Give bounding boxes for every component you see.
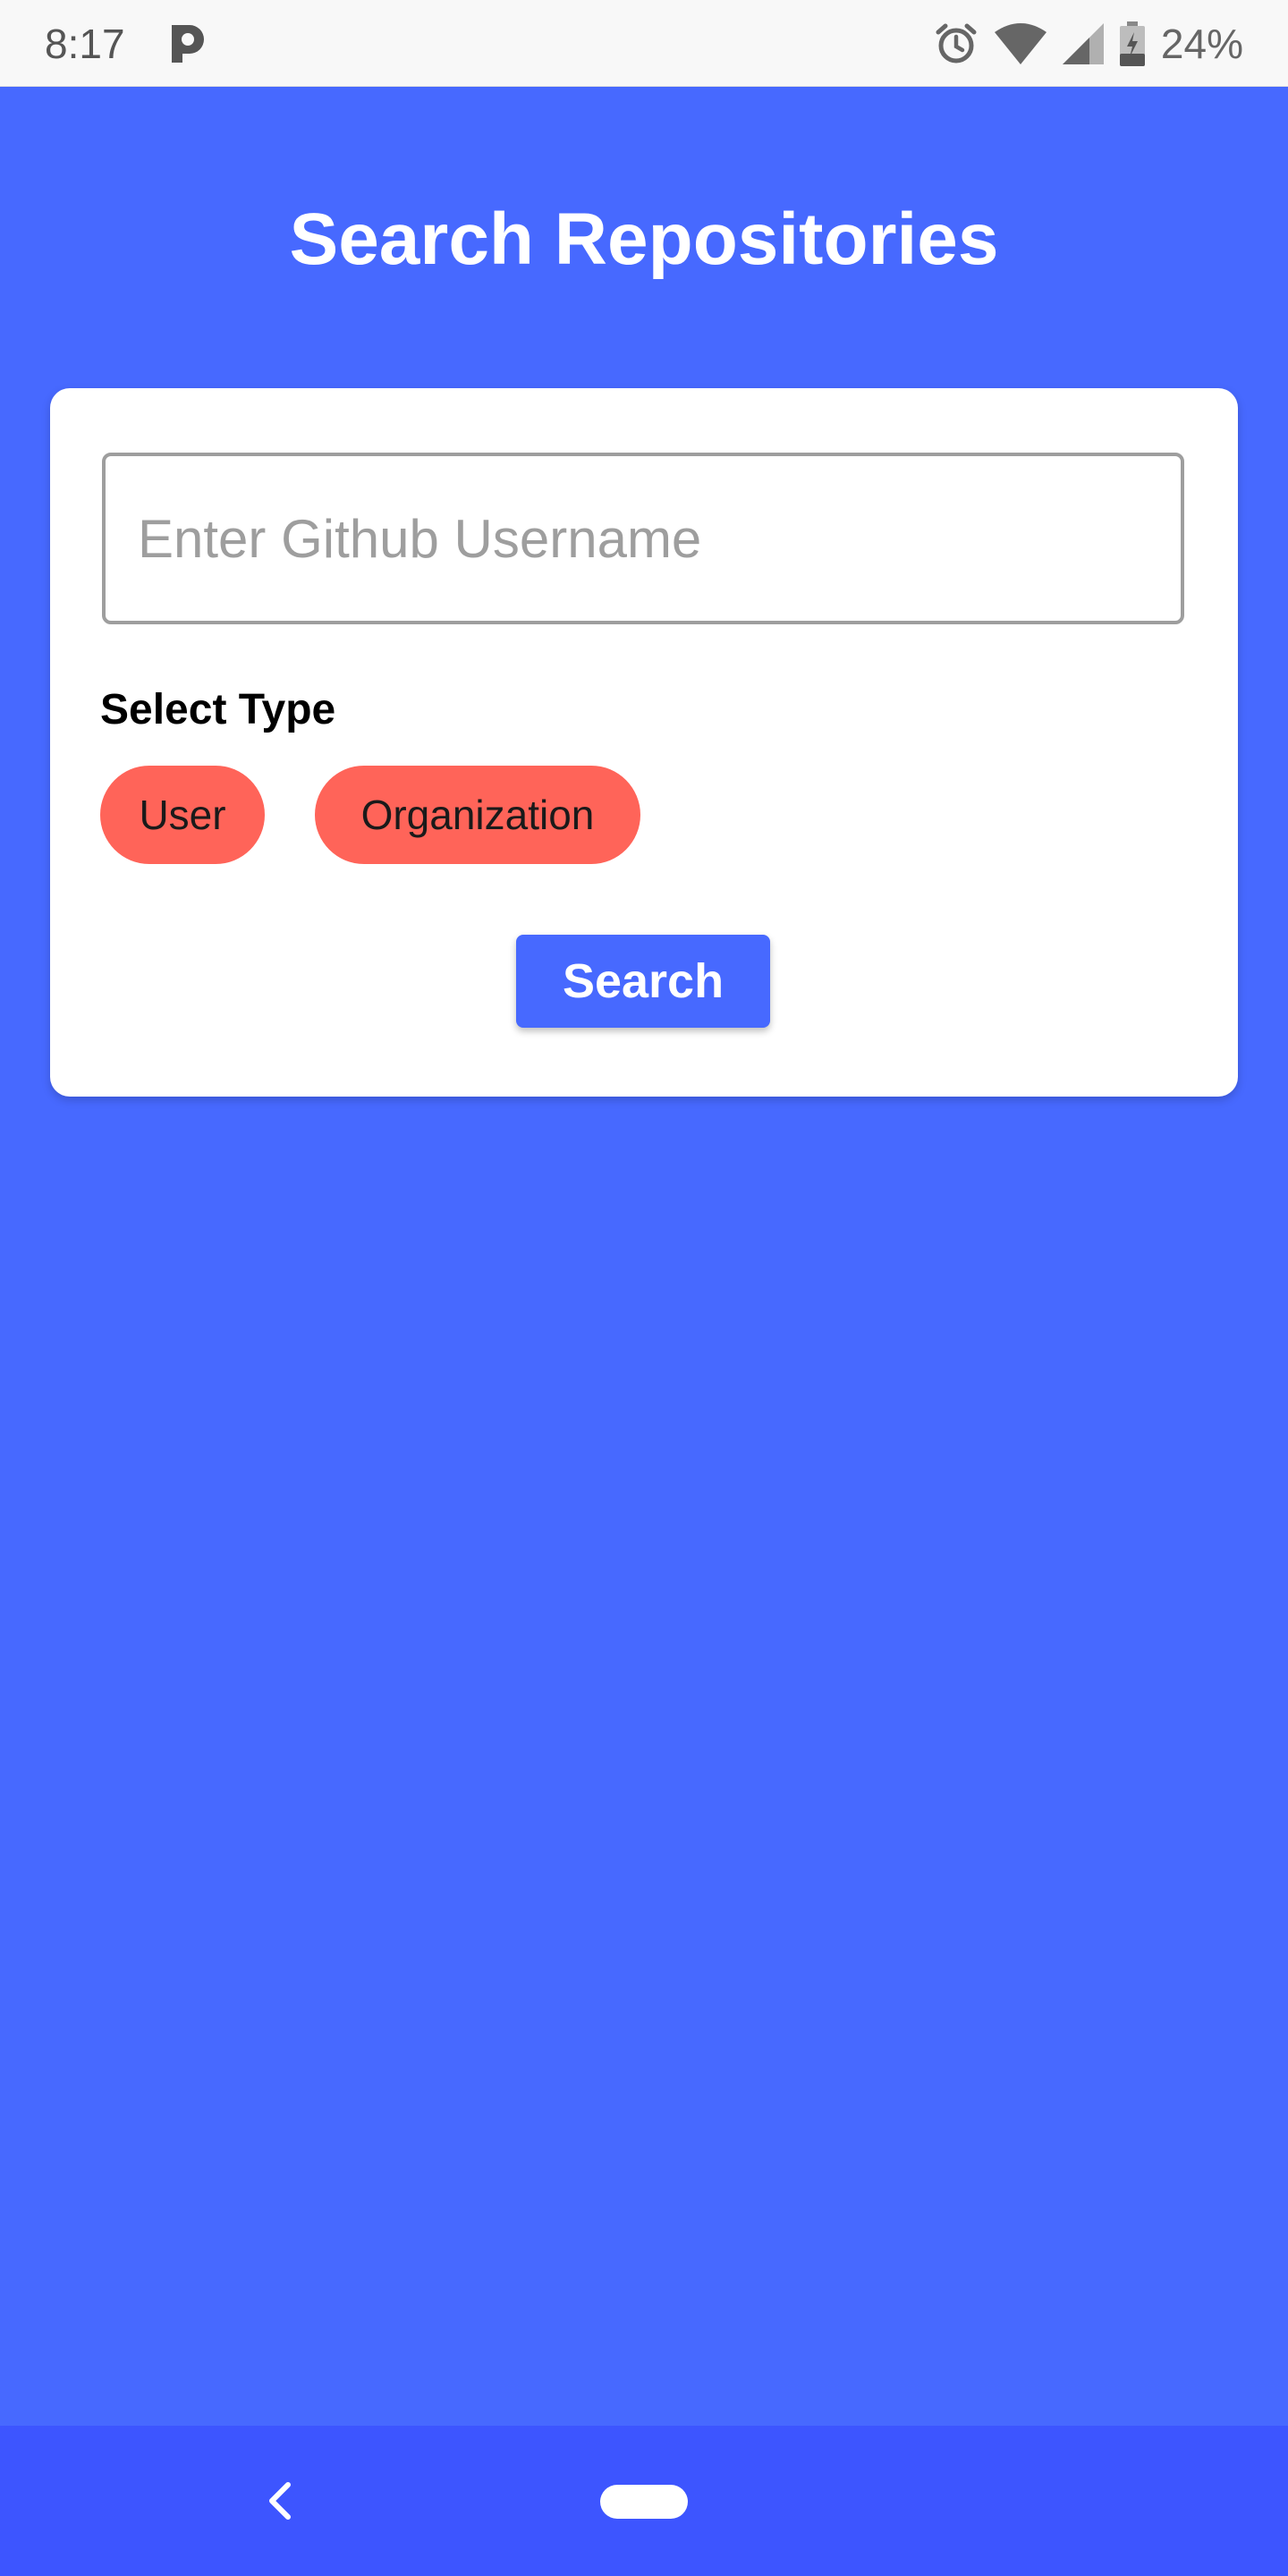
p-icon [166, 23, 206, 64]
select-type-label: Select Type [100, 686, 336, 733]
battery-percent: 24% [1160, 21, 1243, 67]
wifi-icon [994, 23, 1046, 64]
signal-icon [1062, 23, 1104, 64]
status-icons: 24% [934, 18, 1243, 70]
home-pill-icon[interactable] [600, 2485, 688, 2519]
alarm-icon [934, 21, 979, 66]
type-chip-organization[interactable]: Organization [315, 766, 640, 864]
page-title: Search Repositories [289, 199, 999, 280]
search-button[interactable]: Search [516, 935, 770, 1028]
status-time: 8:17 [45, 21, 125, 67]
back-chevron-icon[interactable] [261, 2478, 297, 2524]
screen: 8:17 24% Search Repositories Enter Githu… [0, 0, 1288, 2576]
status-bar: 8:17 24% [0, 0, 1288, 87]
system-nav-bar [0, 2426, 1288, 2576]
username-input[interactable] [102, 453, 1184, 624]
search-card: Select Type User Organization Search [50, 388, 1238, 1097]
battery-charging-icon [1119, 21, 1145, 66]
type-chip-user[interactable]: User [100, 766, 265, 864]
